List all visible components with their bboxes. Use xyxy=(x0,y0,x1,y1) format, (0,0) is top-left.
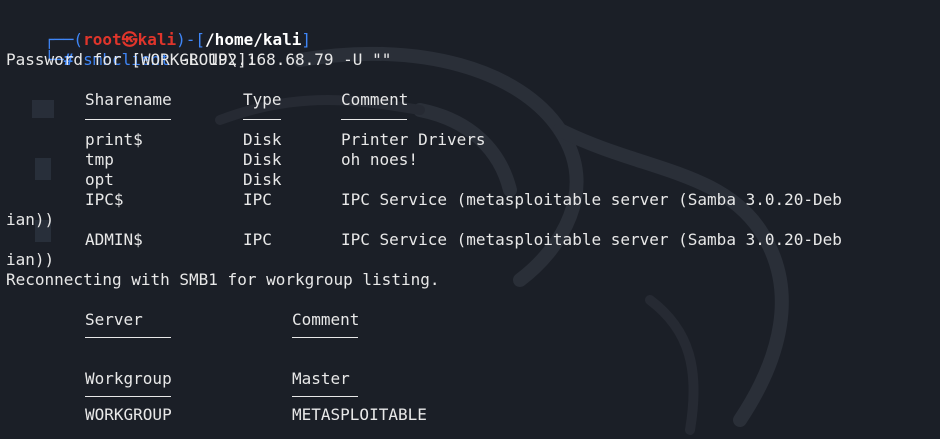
prompt-header: ┌──(root㉿kali)-[/home/kali] xyxy=(6,10,311,49)
share-comment-wrap: ian)) xyxy=(6,210,55,229)
header-type: Type xyxy=(243,90,282,109)
share-name: IPC$ xyxy=(85,190,124,209)
header-comment: Comment xyxy=(341,90,409,109)
share-type: IPC xyxy=(243,190,272,209)
header-server-comment: Comment xyxy=(292,310,360,329)
share-name: print$ xyxy=(85,130,143,149)
header-workgroup: Workgroup xyxy=(85,369,172,388)
share-comment: IPC Service (metasploitable server (Samb… xyxy=(341,230,842,249)
underline-workgroup xyxy=(85,396,171,397)
password-prompt: Password for [WORKGROUP\]: xyxy=(6,50,257,69)
share-type: Disk xyxy=(243,170,282,189)
share-comment: oh noes! xyxy=(341,150,419,169)
share-type: Disk xyxy=(243,130,282,149)
underline-server xyxy=(85,337,171,338)
share-comment: Printer Drivers xyxy=(341,130,486,149)
header-master: Master xyxy=(292,369,350,388)
workgroup-name: WORKGROUP xyxy=(85,405,172,424)
underline-sharename xyxy=(85,119,171,120)
share-type: IPC xyxy=(243,230,272,249)
underline-server-comment xyxy=(292,337,358,338)
header-sharename: Sharename xyxy=(85,90,172,109)
share-name: tmp xyxy=(85,150,114,169)
share-comment-wrap: ian)) xyxy=(6,250,55,269)
workgroup-master: METASPLOITABLE xyxy=(292,405,427,424)
terminal-output[interactable]: ┌──(root㉿kali)-[/home/kali] └─# smbclien… xyxy=(0,0,940,439)
header-server: Server xyxy=(85,310,143,329)
command-line: └─# smbclient -L 192.168.68.79 -U "" xyxy=(6,30,392,69)
underline-comment xyxy=(341,119,407,120)
share-type: Disk xyxy=(243,150,282,169)
share-name: opt xyxy=(85,170,114,189)
underline-type xyxy=(243,119,281,120)
share-name: ADMIN$ xyxy=(85,230,143,249)
reconnect-message: Reconnecting with SMB1 for workgroup lis… xyxy=(6,270,440,289)
share-comment: IPC Service (metasploitable server (Samb… xyxy=(341,190,842,209)
underline-master xyxy=(292,396,358,397)
